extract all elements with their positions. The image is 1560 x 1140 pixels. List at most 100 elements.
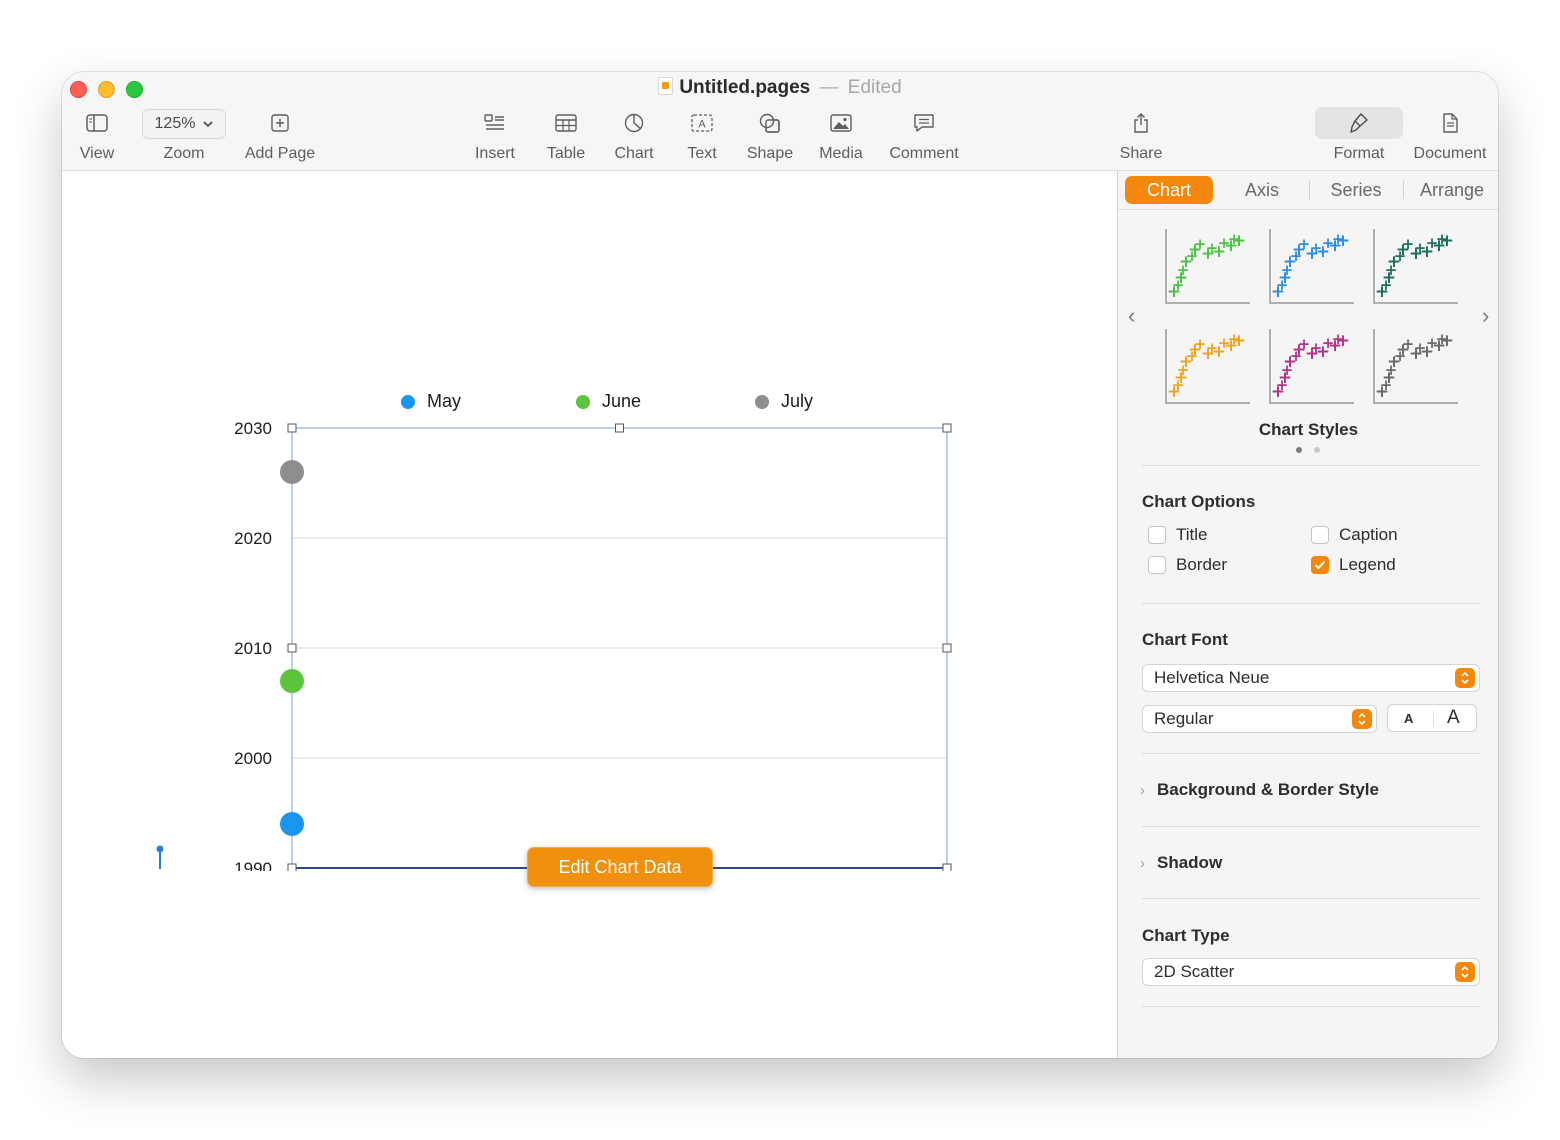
tab-arrange[interactable]: Arrange — [1408, 176, 1496, 204]
tab-series[interactable]: Series — [1314, 176, 1398, 204]
document-button[interactable]: Document — [1411, 106, 1489, 163]
divider — [1142, 603, 1480, 604]
shadow-disclosure[interactable]: › Shadow — [1140, 853, 1222, 873]
chart-type-title: Chart Type — [1142, 926, 1230, 945]
zoom-popup[interactable]: 125% — [142, 109, 226, 139]
decrease-font-size-button[interactable]: A — [1404, 711, 1413, 726]
chart-style-thumbnail[interactable]: +++++++++++++++ — [1373, 329, 1458, 404]
divider — [1142, 898, 1480, 899]
chart-icon — [610, 106, 658, 140]
anchor-pin-icon[interactable] — [156, 845, 164, 871]
document-name: Untitled.pages — [679, 77, 811, 98]
insert-label: Insert — [474, 145, 515, 162]
legend-checkbox[interactable] — [1311, 556, 1329, 574]
chart-type-value: 2D Scatter — [1154, 962, 1235, 981]
selection-handle[interactable] — [287, 863, 297, 871]
legend-option[interactable]: Legend — [1311, 555, 1396, 575]
y-tick-label: 1990 — [234, 859, 272, 871]
insert-icon — [470, 106, 520, 140]
tab-axis[interactable]: Axis — [1220, 176, 1304, 204]
paintbrush-icon — [1315, 107, 1403, 139]
increase-font-size-button[interactable]: A — [1447, 707, 1460, 729]
chart-button[interactable]: Chart — [610, 106, 658, 163]
table-button[interactable]: Table — [542, 106, 590, 163]
page-dot[interactable] — [1314, 447, 1320, 453]
selection-handle[interactable] — [287, 643, 297, 653]
chart-style-thumbnail[interactable]: +++++++++++++++ — [1165, 229, 1250, 304]
edit-chart-data-button[interactable]: Edit Chart Data — [527, 847, 713, 887]
shape-button[interactable]: Shape — [744, 106, 796, 163]
caption-option-label: Caption — [1339, 525, 1398, 544]
data-point-may — [280, 812, 304, 836]
chart-styles-grid[interactable]: ++++++++++++++++++++++++++++++++++++++++… — [1160, 225, 1460, 405]
text-label: Text — [687, 145, 717, 162]
chevron-right-icon: › — [1140, 854, 1145, 872]
view-label: View — [79, 145, 115, 162]
y-tick-label: 2000 — [234, 749, 272, 768]
title-checkbox[interactable] — [1148, 526, 1166, 544]
text-button[interactable]: A Text — [680, 106, 724, 163]
document-canvas[interactable]: May June July 1990200020102020203001234 … — [62, 171, 1117, 1058]
svg-text:+: + — [1232, 231, 1246, 251]
svg-text:+: + — [1336, 331, 1350, 351]
background-border-style-disclosure[interactable]: › Background & Border Style — [1140, 780, 1379, 800]
comment-icon — [886, 106, 962, 140]
caption-checkbox[interactable] — [1311, 526, 1329, 544]
chart-type-popup[interactable]: 2D Scatter — [1142, 958, 1480, 986]
divider — [1142, 753, 1480, 754]
up-down-arrows-icon — [1352, 709, 1372, 729]
add-page-button[interactable]: Add Page — [242, 106, 318, 163]
scatter-chart[interactable]: 1990200020102020203001234 — [62, 171, 1117, 871]
font-size-control: A A — [1387, 704, 1477, 732]
border-checkbox[interactable] — [1148, 556, 1166, 574]
border-option[interactable]: Border — [1148, 555, 1227, 575]
document-icon — [1411, 106, 1489, 140]
chevron-right-icon[interactable]: › — [1482, 303, 1489, 329]
inspector-tabs: Chart Axis Series Arrange — [1118, 171, 1498, 210]
selection-handle[interactable] — [942, 863, 952, 871]
view-button[interactable]: View — [73, 106, 121, 163]
add-page-icon — [242, 106, 318, 140]
selection-handle[interactable] — [942, 423, 952, 433]
zoom-label: Zoom — [163, 145, 205, 162]
share-button[interactable]: Share — [1117, 106, 1165, 163]
table-label: Table — [546, 145, 586, 162]
share-icon — [1117, 106, 1165, 140]
chart-style-thumbnail[interactable]: +++++++++++++++ — [1269, 329, 1354, 404]
add-page-label: Add Page — [244, 145, 316, 162]
page-dot[interactable] — [1296, 447, 1302, 453]
media-button[interactable]: Media — [816, 106, 866, 163]
y-tick-label: 2030 — [234, 419, 272, 438]
chart-style-thumbnail[interactable]: +++++++++++++++ — [1165, 329, 1250, 404]
media-label: Media — [819, 145, 863, 162]
pages-window: Untitled.pages — Edited View 125% Zoom A… — [62, 72, 1498, 1058]
styles-page-indicator[interactable] — [1296, 447, 1320, 453]
caption-option[interactable]: Caption — [1311, 525, 1398, 545]
legend-option-label: Legend — [1339, 555, 1396, 574]
chevron-left-icon[interactable]: ‹ — [1128, 303, 1135, 329]
comment-button[interactable]: Comment — [886, 106, 962, 163]
font-style-popup[interactable]: Regular — [1142, 705, 1377, 733]
title-separator: — — [819, 77, 839, 98]
tab-divider — [1403, 181, 1404, 199]
insert-button[interactable]: Insert — [470, 106, 520, 163]
format-button[interactable]: Format — [1315, 106, 1403, 163]
selection-handle[interactable] — [287, 423, 297, 433]
title-option[interactable]: Title — [1148, 525, 1208, 545]
data-point-july — [280, 460, 304, 484]
zoom-control[interactable]: 125% Zoom — [140, 106, 228, 163]
shadow-label: Shadow — [1157, 853, 1223, 872]
selection-handle[interactable] — [942, 643, 952, 653]
selection-handle[interactable] — [615, 423, 624, 433]
chart-style-thumbnail[interactable]: +++++++++++++++ — [1373, 229, 1458, 304]
tab-chart[interactable]: Chart — [1125, 176, 1213, 204]
share-label: Share — [1119, 145, 1163, 162]
font-style-value: Regular — [1154, 709, 1214, 728]
chart-styles-title: Chart Styles — [1258, 420, 1359, 439]
toolbar: Untitled.pages — Edited View 125% Zoom A… — [62, 72, 1498, 171]
chart-style-thumbnail[interactable]: +++++++++++++++ — [1269, 229, 1354, 304]
chevron-right-icon: › — [1140, 781, 1145, 799]
sidebar-icon — [73, 106, 121, 140]
divider — [1142, 826, 1480, 827]
font-family-popup[interactable]: Helvetica Neue — [1142, 664, 1480, 692]
